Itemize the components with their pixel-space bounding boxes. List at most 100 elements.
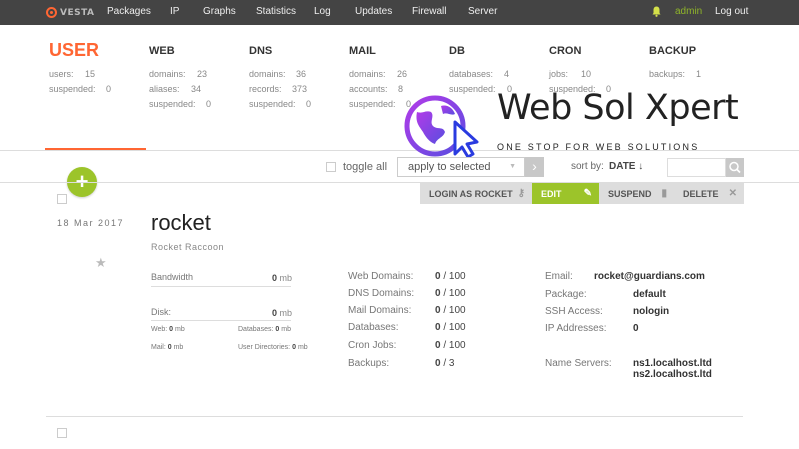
search-button[interactable] xyxy=(726,158,744,177)
stat-label: domains: xyxy=(349,69,386,79)
row-actions: LOGIN AS ROCKET ⚷ EDIT ✎ SUSPEND ▮ DELET… xyxy=(420,183,744,204)
stat-label: backups: xyxy=(649,69,686,79)
stat-label: aliases: xyxy=(149,84,180,94)
stat-label: domains: xyxy=(249,69,286,79)
stat-mail-title[interactable]: MAIL xyxy=(349,45,376,57)
limit-value: 0 / 100 xyxy=(435,288,466,299)
search-input[interactable] xyxy=(667,158,726,177)
star-icon[interactable]: ★ xyxy=(95,255,107,271)
stat-backup-title[interactable]: BACKUP xyxy=(649,45,696,57)
stat-label: databases: xyxy=(449,69,494,79)
stat-value: 4 xyxy=(504,69,510,79)
bandwidth-label: Bandwidth xyxy=(151,272,194,282)
stat-label: jobs: xyxy=(549,69,569,79)
watermark-subtitle: ONE STOP FOR WEB SOLUTIONS xyxy=(497,142,700,152)
stat-value: 34 xyxy=(191,84,202,94)
ssh-label: SSH Access: xyxy=(545,306,603,317)
disk-db-label: Databases: xyxy=(238,326,274,333)
limit-used: 0 xyxy=(435,271,441,282)
package-label: Package: xyxy=(545,289,587,300)
chevron-right-icon: › xyxy=(532,158,537,174)
row-date: 18 Mar 2017 xyxy=(57,218,125,228)
bell-icon[interactable] xyxy=(652,6,661,17)
limit-used: 0 xyxy=(435,340,441,351)
nav-updates[interactable]: Updates xyxy=(355,6,392,17)
disk-unit: mb xyxy=(279,308,293,318)
row-divider xyxy=(46,416,743,417)
globe-cursor-icon xyxy=(404,95,479,159)
row-checkbox[interactable] xyxy=(57,428,67,438)
toggle-all-label[interactable]: toggle all xyxy=(343,161,387,173)
stat-label: domains: xyxy=(149,69,186,79)
disk-mail-unit: mb xyxy=(173,344,184,351)
limit-label: Cron Jobs: xyxy=(348,340,397,351)
bandwidth-number: 0 xyxy=(272,273,278,283)
delete-button[interactable]: DELETE ✕ xyxy=(674,183,744,204)
bulk-action-select[interactable]: apply to selected ▼ xyxy=(397,157,525,177)
nav-server[interactable]: Server xyxy=(468,6,497,17)
vesta-logo[interactable]: VESTA xyxy=(46,6,95,19)
stat-web-title[interactable]: WEB xyxy=(149,45,175,57)
name-server-1: ns1.localhost.ltd xyxy=(633,358,712,369)
disk-label: Disk: xyxy=(151,307,171,317)
limit-used: 0 xyxy=(435,358,441,369)
limit-value: 0 / 100 xyxy=(435,322,466,333)
limit-used: 0 xyxy=(435,305,441,316)
edit-button[interactable]: EDIT ✎ xyxy=(532,183,599,204)
toggle-all-checkbox[interactable] xyxy=(326,162,336,172)
disk-mail: Mail: 0 mb xyxy=(151,344,183,351)
stat-value: 1 xyxy=(696,69,702,79)
apply-button[interactable]: › xyxy=(525,157,544,177)
key-icon: ⚷ xyxy=(517,188,525,199)
watermark-title: Web Sol Xpert xyxy=(497,88,739,128)
nav-log[interactable]: Log xyxy=(314,6,331,17)
limit-label: Databases: xyxy=(348,322,399,333)
edit-label: EDIT xyxy=(541,188,562,199)
stat-value: 0 xyxy=(106,84,112,94)
limit-total: / 100 xyxy=(443,271,466,282)
user-link-admin[interactable]: admin xyxy=(675,6,702,17)
ip-value: 0 xyxy=(633,323,639,334)
ip-label: IP Addresses: xyxy=(545,323,607,334)
disk-db-unit: mb xyxy=(281,326,291,333)
chevron-down-icon: ▼ xyxy=(509,163,516,170)
disk-mail-value: 0 xyxy=(167,344,172,351)
limit-total: / 3 xyxy=(443,358,455,369)
limit-label: DNS Domains: xyxy=(348,288,415,299)
disk-userdir-unit: mb xyxy=(297,344,308,351)
nav-firewall[interactable]: Firewall xyxy=(412,6,446,17)
bandwidth-unit: mb xyxy=(279,273,293,283)
stat-user-title[interactable]: USER xyxy=(49,40,99,61)
stat-cron-title[interactable]: CRON xyxy=(549,45,581,57)
close-icon: ✕ xyxy=(728,188,737,199)
nav-packages[interactable]: Packages xyxy=(107,6,151,17)
login-as-button[interactable]: LOGIN AS ROCKET ⚷ xyxy=(420,183,532,204)
limit-used: 0 xyxy=(435,288,441,299)
disk-databases: Databases: 0 mb xyxy=(238,326,291,333)
nav-graphs[interactable]: Graphs xyxy=(203,6,236,17)
stat-db-title[interactable]: DB xyxy=(449,45,465,57)
disk-web-unit: mb xyxy=(175,326,185,333)
nav-statistics[interactable]: Statistics xyxy=(256,6,296,17)
limit-label: Backups: xyxy=(348,358,390,369)
row-checkbox[interactable] xyxy=(57,194,67,204)
stat-value: 36 xyxy=(296,69,307,79)
limit-total: / 100 xyxy=(443,288,466,299)
bulk-action-value: apply to selected xyxy=(408,161,491,173)
stat-dns-title[interactable]: DNS xyxy=(249,45,272,57)
login-as-label: LOGIN AS ROCKET xyxy=(429,188,513,199)
stat-label: users: xyxy=(49,69,74,79)
ssh-value: nologin xyxy=(633,306,670,317)
stat-label: suspended: xyxy=(49,84,96,94)
limit-total: / 100 xyxy=(443,340,466,351)
logout-link[interactable]: Log out xyxy=(715,6,748,17)
sort-key-dropdown[interactable]: DATE ↓ xyxy=(609,161,643,172)
stat-label: suspended: xyxy=(149,99,196,109)
stat-value: 10 xyxy=(581,69,592,79)
package-value: default xyxy=(633,289,666,300)
search-icon xyxy=(729,161,741,174)
nav-ip[interactable]: IP xyxy=(170,6,179,17)
disk-web-value: 0 xyxy=(169,326,174,333)
disk-number: 0 xyxy=(272,308,278,318)
suspend-button[interactable]: SUSPEND ▮ xyxy=(599,183,674,204)
